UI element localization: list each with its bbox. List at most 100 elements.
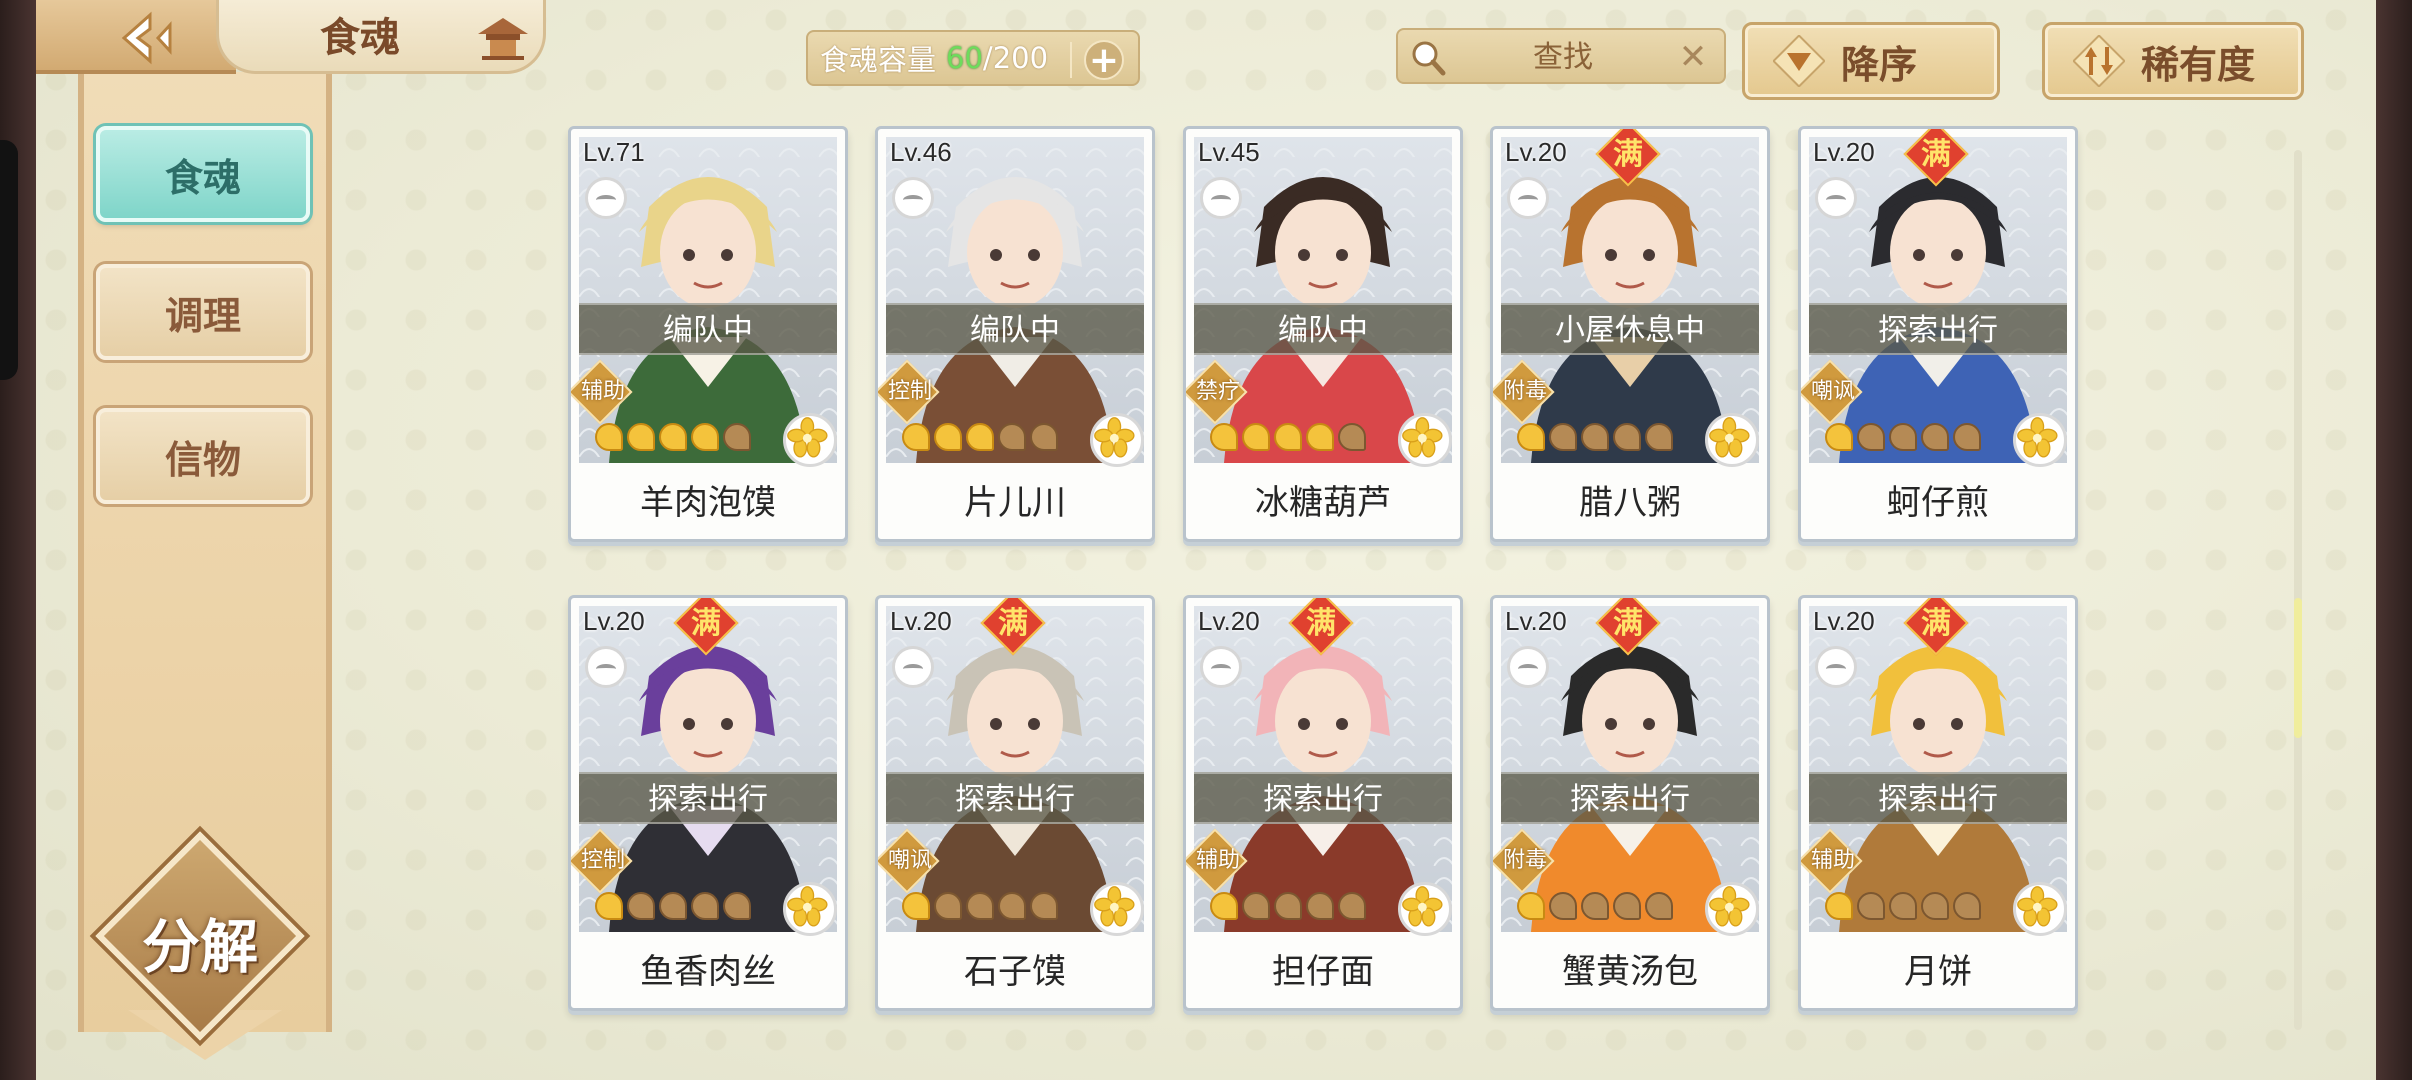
tab-cooking[interactable]: 调理	[96, 264, 310, 360]
capacity-current: 60	[946, 41, 983, 75]
star-empty-icon	[1030, 892, 1058, 920]
star-filled-icon	[1210, 892, 1238, 920]
food-soul-card[interactable]: Lv.20 满 探索出行 辅助 担仔面	[1183, 595, 1463, 1011]
tab-food-souls[interactable]: 食魂	[96, 126, 310, 222]
star-empty-icon	[1889, 892, 1917, 920]
role-label: 辅助	[1810, 848, 1855, 873]
food-soul-card[interactable]: Lv.20 满 探索出行 嘲讽 蚵仔煎	[1798, 126, 2078, 542]
flower-icon	[783, 882, 837, 936]
star-empty-icon	[1306, 892, 1334, 920]
food-soul-card[interactable]: Lv.20 满 探索出行 控制 鱼香肉丝	[568, 595, 848, 1011]
search-input[interactable]	[1458, 34, 1668, 80]
character-name: 石子馍	[964, 952, 1066, 992]
search-box: ✕	[1396, 28, 1726, 84]
food-soul-card[interactable]: Lv.71 编队中 辅助 羊肉泡馍	[568, 126, 848, 542]
tab-tokens[interactable]: 信物	[96, 408, 310, 504]
home-pavilion-icon[interactable]	[474, 14, 532, 62]
bowl-icon	[1507, 177, 1549, 219]
flower-icon	[1090, 882, 1144, 936]
role-label: 附毒	[1502, 379, 1547, 404]
status-label: 编队中	[579, 303, 837, 355]
star-empty-icon	[691, 892, 719, 920]
descending-triangle-icon	[1773, 35, 1825, 87]
star-rating	[902, 423, 1058, 451]
status-label: 编队中	[886, 303, 1144, 355]
star-empty-icon	[1889, 423, 1917, 451]
star-empty-icon	[998, 892, 1026, 920]
max-badge-label: 满	[691, 606, 721, 641]
food-soul-card[interactable]: Lv.20 满 探索出行 辅助 月饼	[1798, 595, 2078, 1011]
food-soul-card[interactable]: Lv.20 满 小屋休息中 附毒 腊八粥	[1490, 126, 1770, 542]
star-empty-icon	[1549, 892, 1577, 920]
max-badge-label: 满	[1613, 606, 1643, 641]
star-empty-icon	[1030, 423, 1058, 451]
level-label: Lv.20	[1813, 606, 1875, 636]
star-empty-icon	[1645, 892, 1673, 920]
star-filled-icon	[595, 892, 623, 920]
food-soul-card[interactable]: Lv.20 满 探索出行 嘲讽 石子馍	[875, 595, 1155, 1011]
scrollbar-thumb[interactable]	[2294, 598, 2302, 738]
status-label: 小屋休息中	[1501, 303, 1759, 355]
star-empty-icon	[1953, 892, 1981, 920]
bowl-icon	[892, 646, 934, 688]
max-badge-label: 满	[998, 606, 1028, 641]
level-label: Lv.20	[1813, 137, 1875, 167]
flower-icon	[2013, 882, 2067, 936]
bowl-icon	[1815, 177, 1857, 219]
sort-order-button[interactable]: 降序	[1742, 22, 2000, 100]
swap-arrows-icon	[2073, 35, 2125, 87]
star-empty-icon	[723, 423, 751, 451]
star-empty-icon	[934, 892, 962, 920]
capacity-divider	[1070, 42, 1072, 78]
sort-field-button[interactable]: 稀有度	[2042, 22, 2304, 100]
flower-icon	[2013, 413, 2067, 467]
character-name: 羊肉泡馍	[640, 483, 776, 523]
character-name: 冰糖葫芦	[1255, 483, 1391, 523]
max-badge-label: 满	[1613, 137, 1643, 172]
level-label: Lv.20	[583, 606, 645, 636]
star-rating	[1210, 892, 1366, 920]
close-icon[interactable]: ✕	[1674, 38, 1712, 76]
status-label: 探索出行	[1194, 772, 1452, 824]
star-filled-icon	[1210, 423, 1238, 451]
star-empty-icon	[1613, 423, 1641, 451]
capacity-plus-icon[interactable]: +	[1084, 40, 1124, 80]
status-label: 探索出行	[1501, 772, 1759, 824]
flower-icon	[1705, 413, 1759, 467]
status-label: 探索出行	[579, 772, 837, 824]
role-label: 嘲讽	[1810, 379, 1855, 404]
scrollbar-track[interactable]	[2294, 150, 2302, 1030]
role-label: 禁疗	[1195, 379, 1240, 404]
food-soul-card[interactable]: Lv.45 编队中 禁疗 冰糖葫芦	[1183, 126, 1463, 542]
star-rating	[595, 423, 751, 451]
star-filled-icon	[934, 423, 962, 451]
character-name: 腊八粥	[1579, 483, 1681, 523]
role-label: 辅助	[580, 379, 625, 404]
role-label: 控制	[580, 848, 625, 873]
star-empty-icon	[1921, 423, 1949, 451]
star-empty-icon	[1338, 423, 1366, 451]
flower-icon	[1705, 882, 1759, 936]
capacity-max: /200	[982, 41, 1049, 75]
star-empty-icon	[1242, 892, 1270, 920]
back-button[interactable]	[116, 8, 182, 68]
food-soul-card[interactable]: Lv.46 编队中 控制 片儿川	[875, 126, 1155, 542]
soul-capacity: 食魂容量 60 /200 +	[806, 30, 1140, 86]
flower-icon	[783, 413, 837, 467]
status-label: 编队中	[1194, 303, 1452, 355]
star-filled-icon	[1242, 423, 1270, 451]
star-filled-icon	[902, 423, 930, 451]
decompose-button-label[interactable]: 分解	[112, 900, 288, 981]
star-filled-icon	[1517, 892, 1545, 920]
star-rating	[1210, 423, 1366, 451]
star-rating	[1517, 423, 1673, 451]
status-label: 探索出行	[886, 772, 1144, 824]
star-rating	[595, 892, 751, 920]
bowl-icon	[892, 177, 934, 219]
bowl-icon	[585, 177, 627, 219]
star-empty-icon	[1857, 892, 1885, 920]
flower-icon	[1398, 882, 1452, 936]
star-filled-icon	[1825, 892, 1853, 920]
star-filled-icon	[627, 423, 655, 451]
food-soul-card[interactable]: Lv.20 满 探索出行 附毒 蟹黄汤包	[1490, 595, 1770, 1011]
